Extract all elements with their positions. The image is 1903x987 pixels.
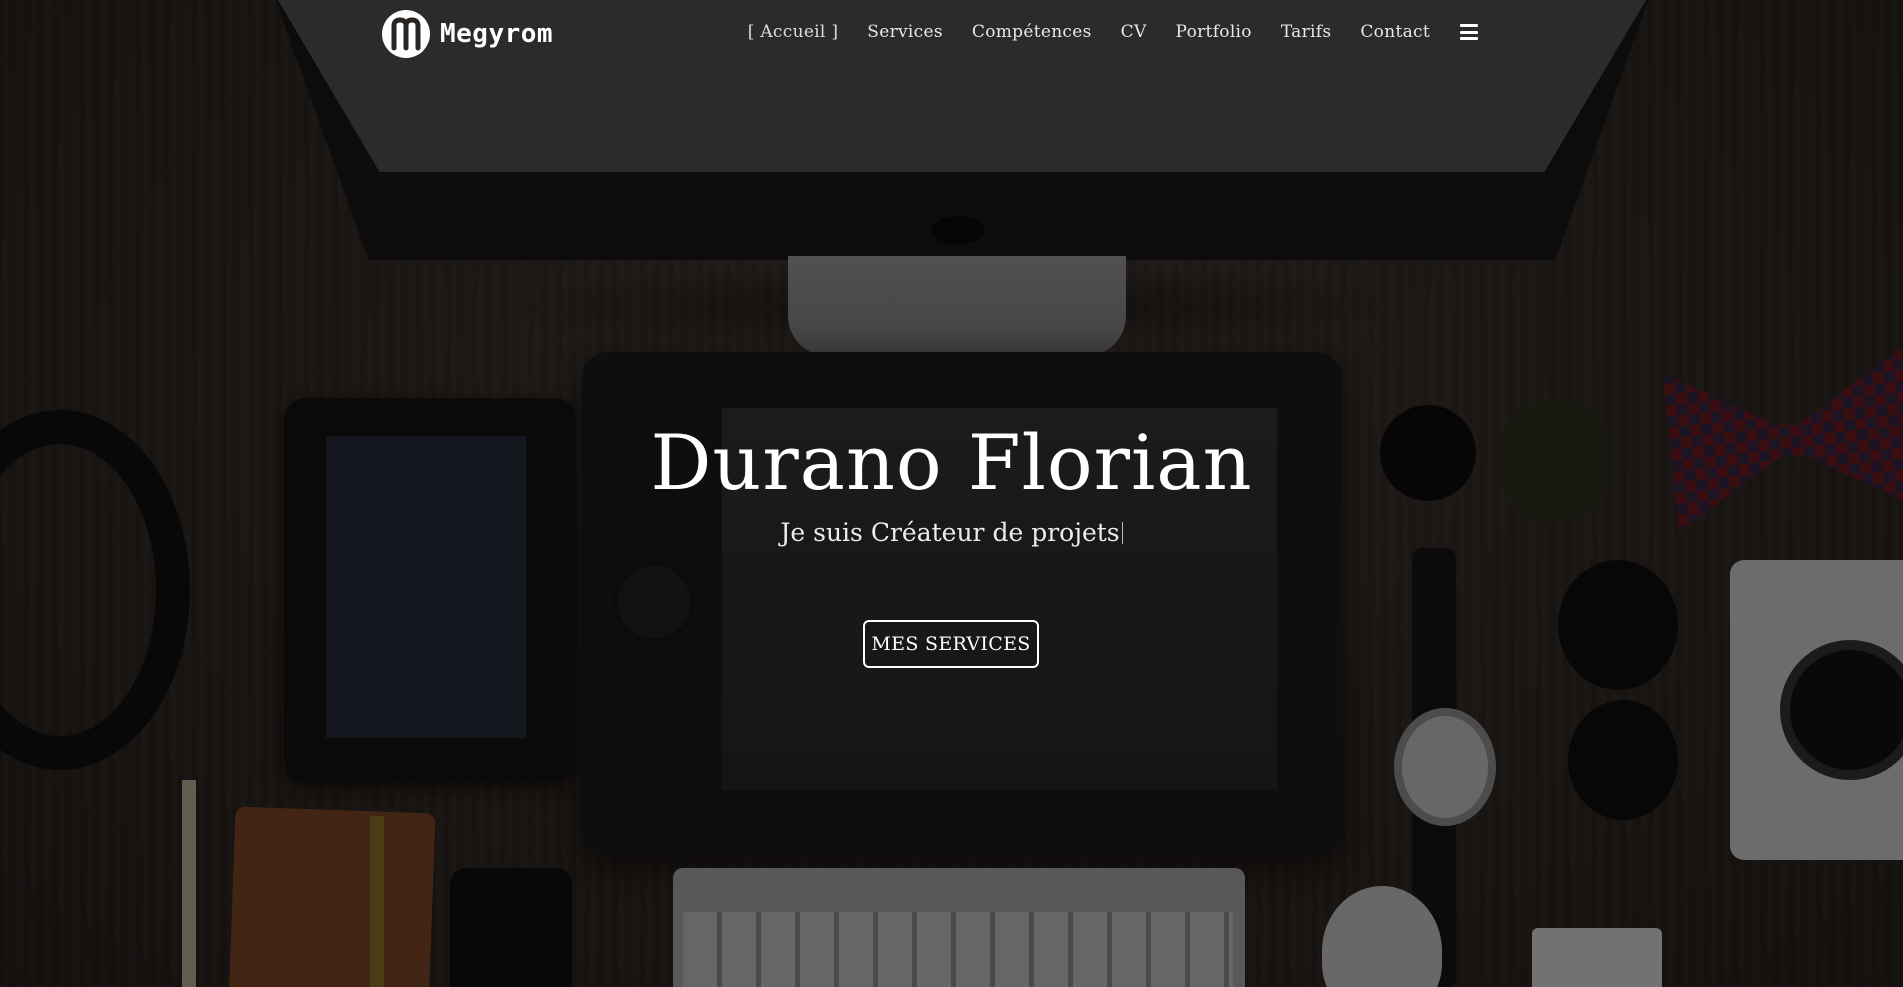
brand-logo-text: Megyrom: [440, 19, 554, 49]
hero-title: Durano Florian: [650, 418, 1253, 507]
nav-item-services[interactable]: Services: [867, 22, 943, 42]
navbar: Megyrom [ Accueil ] Services Compétences…: [0, 0, 1903, 72]
brand-logo[interactable]: Megyrom: [380, 8, 553, 60]
hamburger-menu-icon[interactable]: [1460, 24, 1478, 40]
nav-item-contact[interactable]: Contact: [1360, 22, 1430, 42]
brand-logo-icon: [382, 10, 430, 58]
services-button[interactable]: MES SERVICES: [863, 620, 1039, 668]
nav-item-cv[interactable]: CV: [1121, 22, 1147, 42]
typing-cursor: [1121, 522, 1123, 544]
nav-item-competences[interactable]: Compétences: [972, 22, 1092, 42]
main-nav: [ Accueil ] Services Compétences CV Port…: [748, 22, 1478, 42]
nav-item-tarifs[interactable]: Tarifs: [1281, 22, 1332, 42]
nav-item-portfolio[interactable]: Portfolio: [1176, 22, 1252, 42]
hero-subtitle-text: Je suis Créateur de projets: [780, 518, 1120, 547]
hero-subtitle: Je suis Créateur de projets: [0, 518, 1903, 547]
nav-item-accueil[interactable]: [ Accueil ]: [748, 22, 839, 42]
